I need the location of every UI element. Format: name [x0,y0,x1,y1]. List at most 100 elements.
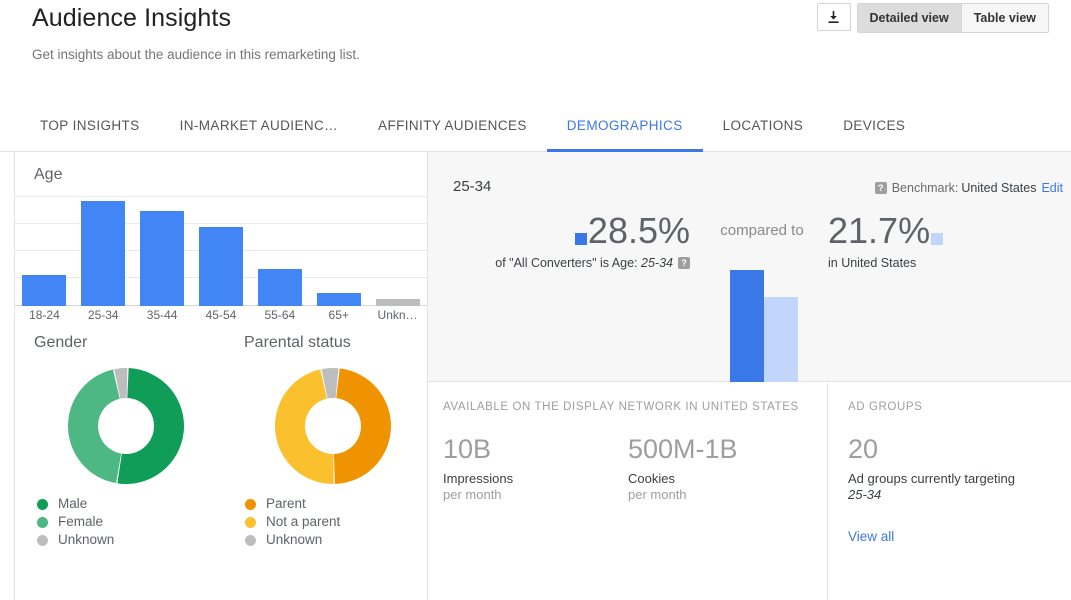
legend-dot-not-a-parent [245,517,256,528]
list-percent-wrap: 28.5% [428,210,690,252]
gender-donut-chart[interactable] [65,365,187,487]
ad-groups-value: 20 [848,433,1063,465]
legend-item: Female [37,513,114,531]
donut-slice[interactable] [117,368,184,484]
demographics-right-column: 25-34 ? Benchmark: United States Edit 28… [428,152,1071,600]
legend-label-female: Female [58,513,103,531]
donut-charts: Gender Male Female Unknown [15,327,427,600]
legend-dot-parent [245,499,256,510]
legend-dot-female [37,517,48,528]
tab-top-insights[interactable]: TOP INSIGHTS [20,100,160,151]
age-axis-labels: 18-2425-3435-4445-5455-6465+Unkn… [15,308,427,328]
donut-slice[interactable] [68,369,121,483]
legend-label-parent: Parent [266,495,306,513]
comparison-bar-benchmark[interactable] [764,297,798,382]
cookies-label: Cookies [628,471,738,486]
help-icon[interactable]: ? [678,257,690,269]
table-view-button[interactable]: Table view [961,4,1048,32]
age-bar[interactable] [317,293,361,306]
download-icon [827,10,840,24]
benchmark-percent-wrap: 21.7% [828,210,1071,252]
benchmark-segment-label: 25-34 [453,178,491,195]
detailed-view-button[interactable]: Detailed view [858,4,961,32]
age-axis-label: 65+ [309,308,368,322]
benchmark-row: ? Benchmark: United States Edit [875,181,1063,195]
age-bar[interactable] [258,269,302,306]
comparison-bar-chart [724,262,844,382]
age-axis-label: 45-54 [192,308,251,322]
legend-item: Unknown [37,531,114,549]
display-network-heading: AVAILABLE ON THE DISPLAY NETWORK IN UNIT… [443,401,799,413]
benchmark-percent-value: 21.7% [828,210,930,252]
legend-dot-unknown [37,535,48,546]
benchmark-prefix-label: Benchmark: [892,181,959,195]
benchmark-caption: in United States [828,256,1071,270]
legend-item: Parent [245,495,340,513]
parental-panel-title: Parental status [244,334,351,352]
benchmark-country-value: United States [961,181,1036,195]
download-button[interactable] [817,3,851,31]
tab-bar: TOP INSIGHTS IN-MARKET AUDIENC… AFFINITY… [0,100,1071,152]
ad-groups-sub: 25-34 [848,487,1063,502]
tab-in-market-audiences[interactable]: IN-MARKET AUDIENC… [160,100,358,151]
list-caption-segment: 25-34 [641,256,673,270]
compared-to-label: compared to [696,222,828,239]
age-bar-chart [15,196,427,306]
list-color-swatch [575,233,587,245]
view-all-link[interactable]: View all [848,529,894,544]
legend-label-male: Male [58,495,87,513]
legend-label-not-a-parent: Not a parent [266,513,340,531]
age-axis-label: 25-34 [74,308,133,322]
impressions-label: Impressions [443,471,513,486]
gender-legend: Male Female Unknown [37,495,114,549]
cookies-sub: per month [628,487,738,502]
donut-slice[interactable] [275,369,334,484]
help-icon[interactable]: ? [875,182,887,194]
ad-groups-card: AD GROUPS 20 Ad groups currently targeti… [828,383,1071,600]
age-axis-label: 35-44 [133,308,192,322]
legend-item: Unknown [245,531,340,549]
ad-groups-stat: 20 Ad groups currently targeting 25-34 [848,433,1063,502]
tab-affinity-audiences[interactable]: AFFINITY AUDIENCES [358,100,547,151]
ad-groups-label: Ad groups currently targeting [848,471,1063,486]
age-axis-label: 55-64 [250,308,309,322]
tab-devices[interactable]: DEVICES [823,100,925,151]
age-panel: Age 18-2425-3435-4445-5455-6465+Unkn… [15,152,427,326]
age-bar[interactable] [140,211,184,306]
header-actions: Detailed view Table view [817,3,1050,33]
tab-locations[interactable]: LOCATIONS [703,100,824,151]
benchmark-metric: 21.7% in United States [828,210,1071,270]
legend-dot-unknown [245,535,256,546]
page-title: Audience Insights [32,4,231,33]
impressions-sub: per month [443,487,513,502]
demographics-left-column: Age 18-2425-3435-4445-5455-6465+Unkn… Ge… [14,152,428,600]
list-percent-value: 28.5% [588,210,690,252]
tab-demographics[interactable]: DEMOGRAPHICS [547,100,703,151]
ad-groups-heading: AD GROUPS [848,401,922,413]
legend-item: Not a parent [245,513,340,531]
age-bar[interactable] [376,299,420,306]
age-bar[interactable] [22,275,66,306]
view-toggle-group: Detailed view Table view [857,3,1050,33]
legend-label-unknown: Unknown [58,531,114,549]
display-network-card: AVAILABLE ON THE DISPLAY NETWORK IN UNIT… [428,383,828,600]
page-header: Audience Insights Get insights about the… [0,0,1071,100]
benchmark-edit-link[interactable]: Edit [1041,181,1063,195]
list-caption: of "All Converters" is Age: 25-34 ? [428,256,690,270]
legend-label-unknown: Unknown [266,531,322,549]
impressions-stat: 10B Impressions per month [443,433,513,502]
age-panel-title: Age [34,166,62,184]
comparison-bar-list[interactable] [730,270,764,382]
age-bar[interactable] [81,201,125,306]
page-subtitle: Get insights about the audience in this … [32,47,360,62]
impressions-value: 10B [443,433,513,465]
donut-slice[interactable] [334,368,391,484]
cookies-value: 500M-1B [628,433,738,465]
audience-insights-page: Audience Insights Get insights about the… [0,0,1071,600]
age-axis-label: Unkn… [368,308,427,322]
gender-panel-title: Gender [34,334,87,352]
parental-donut-chart[interactable] [272,365,394,487]
age-bar[interactable] [199,227,243,306]
cookies-stat: 500M-1B Cookies per month [628,433,738,502]
parental-legend: Parent Not a parent Unknown [245,495,340,549]
